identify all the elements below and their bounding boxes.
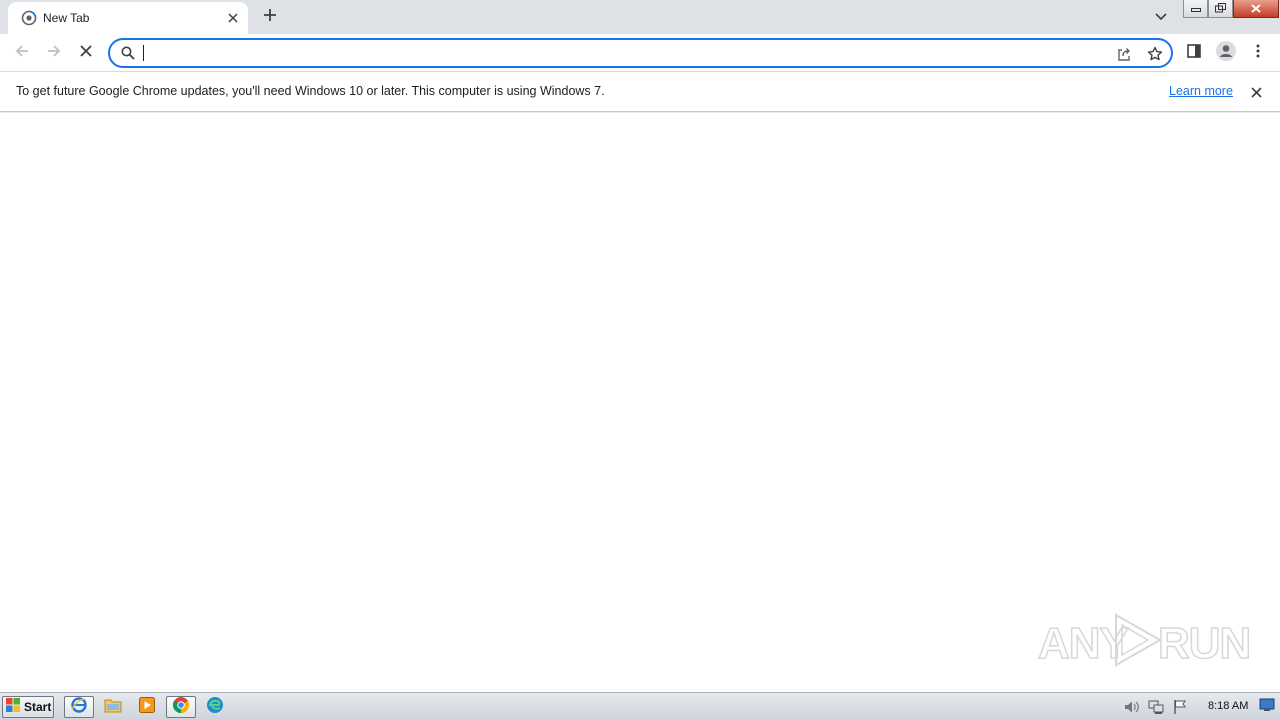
search-icon	[120, 45, 136, 61]
taskbar-edge[interactable]	[200, 696, 230, 718]
side-panel-button[interactable]	[1180, 39, 1208, 67]
close-window-button[interactable]	[1233, 0, 1279, 18]
minimize-button[interactable]	[1183, 0, 1208, 18]
tab-search-button[interactable]	[1150, 6, 1172, 28]
watermark-text-right: RUN	[1157, 618, 1252, 669]
arrow-left-icon	[14, 43, 30, 64]
taskbar-explorer[interactable]	[98, 696, 128, 718]
infobar-close-icon[interactable]	[1246, 82, 1266, 102]
avatar-icon	[1215, 40, 1237, 67]
start-label: Start	[24, 700, 52, 714]
tab-new-tab[interactable]: New Tab	[8, 2, 248, 34]
close-icon	[1251, 0, 1261, 18]
back-button[interactable]	[8, 39, 36, 67]
restore-icon	[1215, 0, 1226, 18]
volume-icon[interactable]	[1122, 697, 1142, 717]
desktop-icon	[1259, 698, 1275, 717]
chrome-loading-icon	[21, 10, 37, 26]
folder-icon	[104, 697, 122, 718]
chevron-down-icon	[1155, 8, 1167, 26]
edge-icon	[206, 696, 224, 719]
taskbar-ie[interactable]	[64, 696, 94, 718]
star-icon[interactable]	[1145, 44, 1165, 64]
arrow-right-icon	[46, 43, 62, 64]
plus-icon	[263, 8, 277, 27]
chrome-icon	[172, 696, 190, 719]
kebab-menu-icon	[1256, 44, 1260, 63]
tab-close-icon[interactable]	[224, 9, 242, 27]
text-caret	[143, 45, 144, 61]
system-tray	[1122, 695, 1278, 719]
stop-loading-button[interactable]	[72, 39, 100, 67]
update-infobar: To get future Google Chrome updates, you…	[0, 72, 1280, 112]
address-bar[interactable]	[108, 38, 1173, 68]
address-input[interactable]	[142, 43, 1102, 63]
screen: New Tab To get future Google Chrome upda…	[0, 0, 1280, 720]
menu-button[interactable]	[1244, 39, 1272, 67]
browser-toolbar	[0, 34, 1280, 72]
media-player-icon	[138, 696, 156, 719]
forward-button[interactable]	[40, 39, 68, 67]
action-center-flag-icon[interactable]	[1170, 697, 1190, 717]
windows-taskbar: Start 8:18 AM	[0, 692, 1280, 720]
stop-icon	[79, 44, 93, 63]
taskbar-clock[interactable]: 8:18 AM	[1208, 700, 1248, 712]
share-icon[interactable]	[1114, 44, 1134, 64]
taskbar-chrome[interactable]	[166, 696, 196, 718]
show-desktop-button[interactable]	[1258, 697, 1276, 717]
profile-button[interactable]	[1212, 39, 1240, 67]
side-panel-icon	[1186, 43, 1202, 64]
restore-button[interactable]	[1208, 0, 1233, 18]
anyrun-watermark-logo: ANY RUN	[1036, 607, 1252, 671]
learn-more-link[interactable]: Learn more	[1169, 83, 1233, 99]
windows-logo-icon	[5, 697, 21, 718]
new-tab-button[interactable]	[258, 5, 282, 29]
page-content	[0, 113, 1280, 692]
infobar-message: To get future Google Chrome updates, you…	[16, 84, 605, 98]
internet-explorer-icon	[70, 696, 88, 719]
start-button[interactable]: Start	[2, 696, 54, 718]
network-icon[interactable]	[1146, 697, 1166, 717]
tab-strip: New Tab	[0, 0, 1280, 34]
minimize-icon	[1190, 0, 1201, 18]
window-controls	[1183, 0, 1279, 20]
taskbar-media-player[interactable]	[132, 696, 162, 718]
tab-title: New Tab	[43, 11, 90, 25]
